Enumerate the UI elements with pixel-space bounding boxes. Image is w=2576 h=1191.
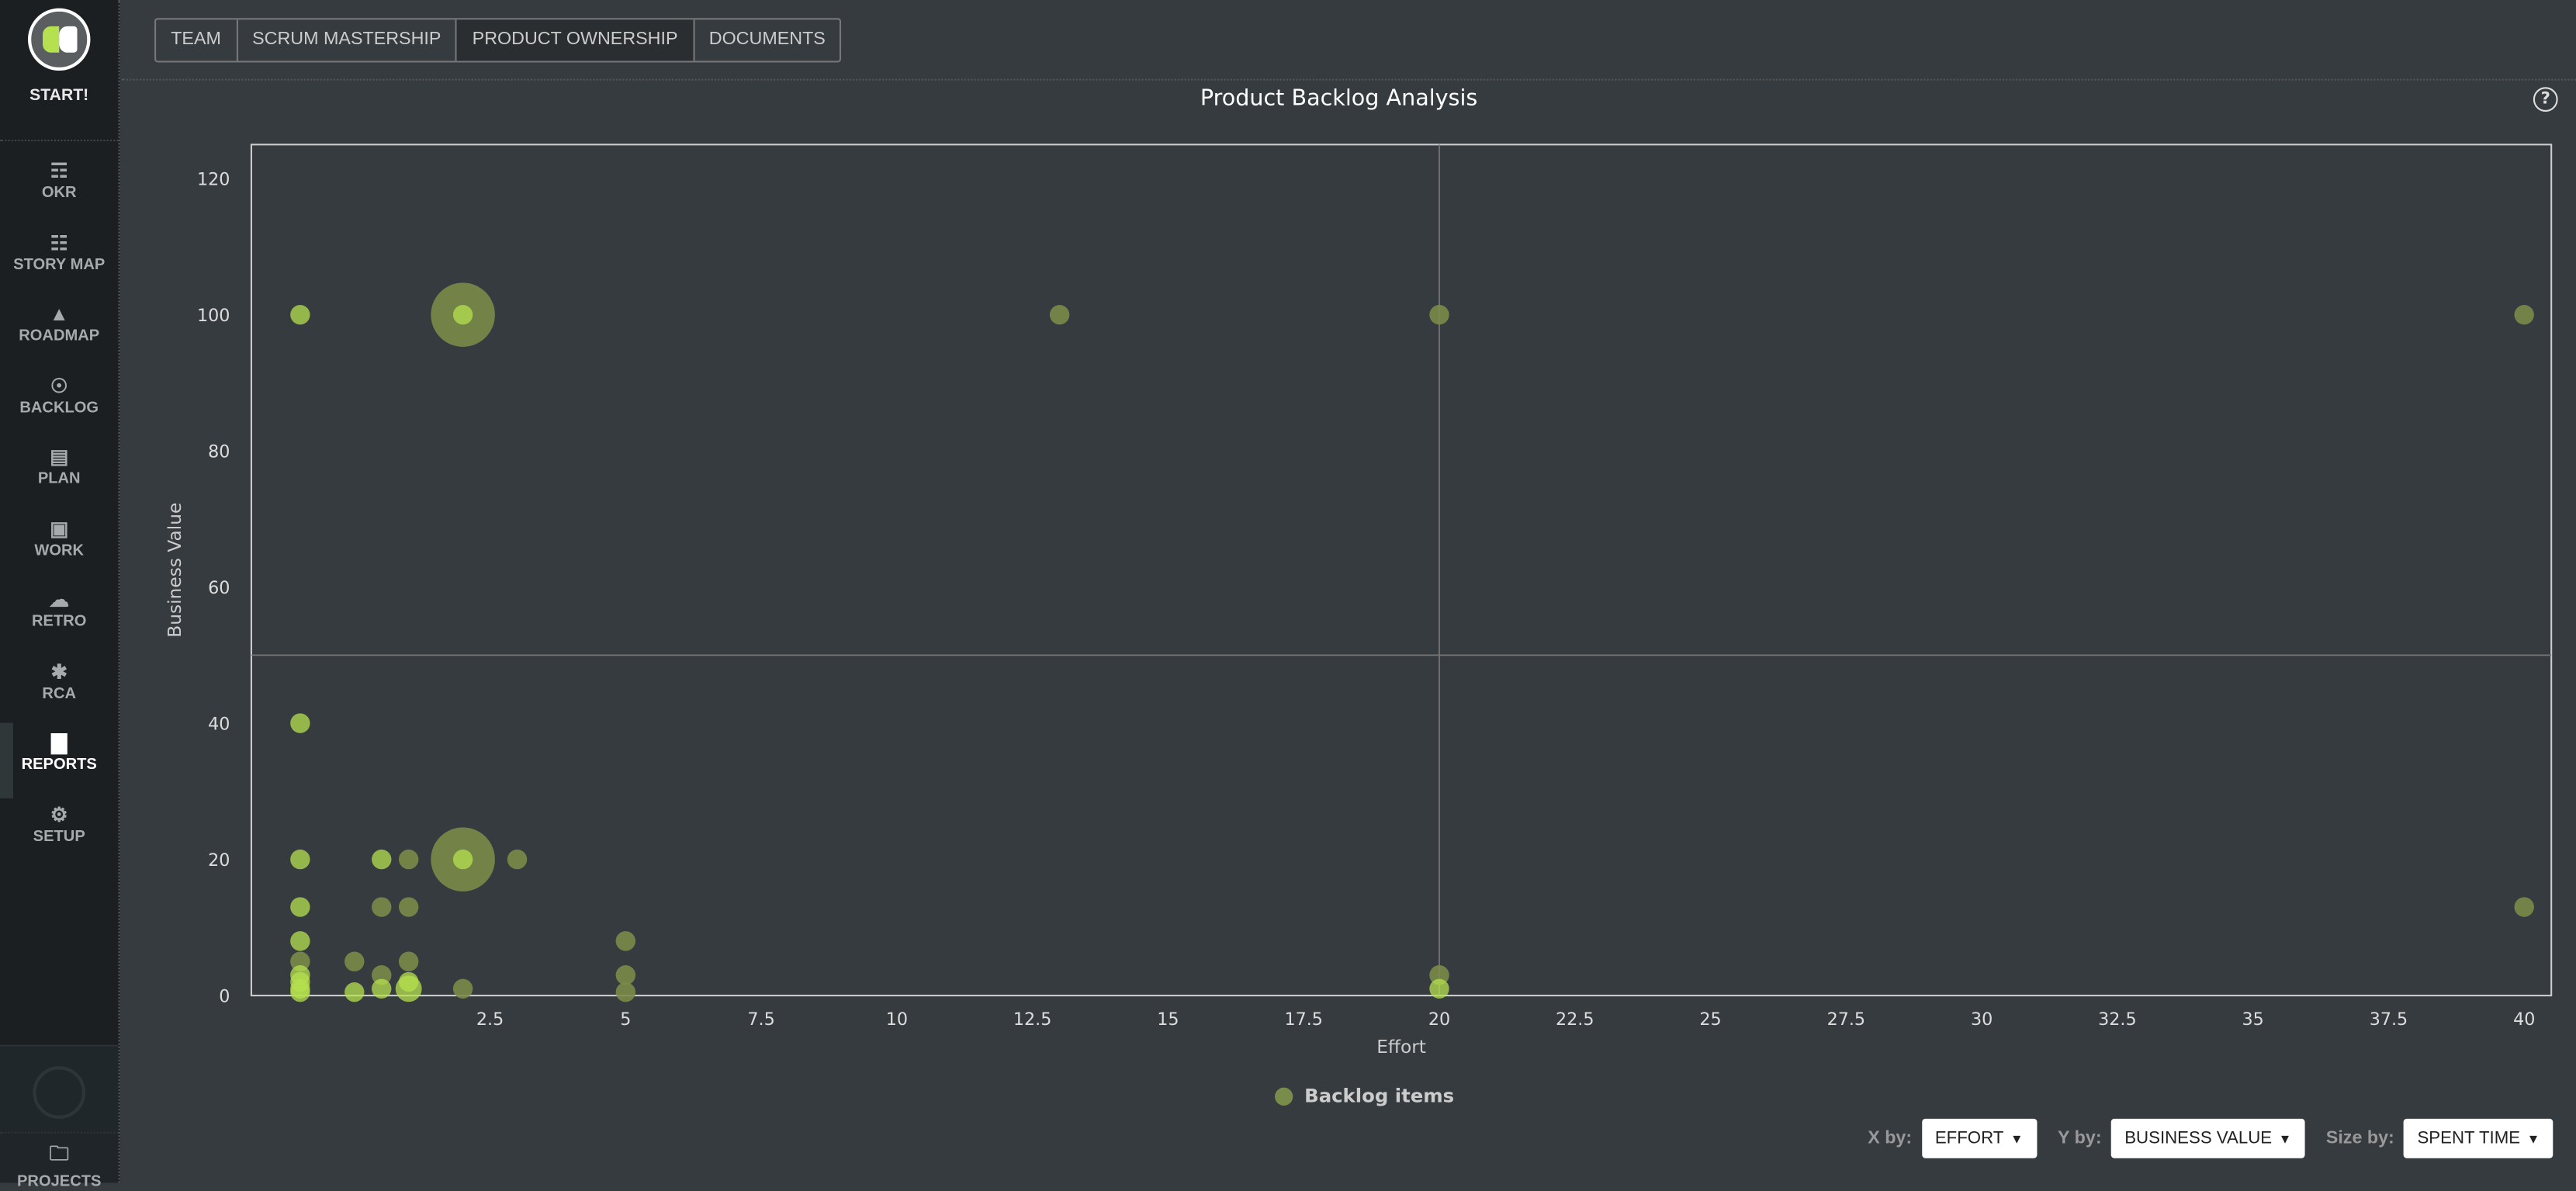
data-point[interactable] [398,849,419,870]
x-tick-label: 40 [2513,1009,2535,1030]
data-point[interactable] [345,982,365,1002]
x-tick-label: 12.5 [1013,1009,1051,1030]
size-by-label: Size by: [2325,1128,2394,1148]
app: START! ☶ OKR ☷ STORY MAP ▲ ROADMAP ☉ BACKLOG ▤ PL… [0,0,2576,1191]
data-point[interactable] [1429,978,1449,999]
y-by-select[interactable]: BUSINESS VALUE ▼ [2111,1118,2305,1158]
size-by-value: SPENT TIME [2417,1128,2521,1148]
y-axis-label: Business Value [164,503,185,638]
y-tick-label: 20 [208,850,230,871]
data-point[interactable] [452,304,473,325]
x-tick-label: 10 [886,1009,908,1030]
x-tick-label: 22.5 [1556,1009,1594,1030]
legend[interactable]: Backlog items [1275,1084,1454,1107]
x-tick-label: 30 [1971,1009,1993,1030]
data-point[interactable] [290,982,310,1002]
plot-frame [250,144,2553,997]
x-axis-label: Effort [1376,1037,1426,1058]
data-point[interactable] [372,849,392,870]
y-tick-label: 120 [197,170,230,190]
legend-label: Backlog items [1304,1084,1455,1108]
sidebar-item-label: PROJECTS [17,1172,102,1191]
x-tick-label: 2.5 [476,1009,504,1030]
data-point[interactable] [615,965,636,985]
x-tick-label: 25 [1699,1009,1721,1030]
y-tick-label: 100 [197,306,230,326]
data-point[interactable] [2514,897,2534,917]
data-point[interactable] [290,931,310,951]
x-tick-label: 15 [1157,1009,1179,1030]
data-point[interactable] [290,304,310,325]
data-point[interactable] [615,931,636,951]
x-tick-label: 37.5 [2370,1009,2408,1030]
data-point[interactable] [507,849,528,870]
x-tick-label: 20 [1428,1009,1450,1030]
data-point[interactable] [290,897,310,917]
x-tick-label: 7.5 [747,1009,774,1030]
data-point[interactable] [452,849,473,870]
data-point[interactable] [398,897,419,917]
scatter-chart: 2.5 5 7.5 10 12.5 15 17.5 20 22.5 25 27.5 30 32.5 35 3… [164,144,2553,1058]
y-by-label: Y by: [2058,1128,2102,1148]
y-tick-label: 0 [219,987,230,1007]
x-tick-label: 27.5 [1827,1009,1865,1030]
y-tick-label: 60 [208,578,230,598]
data-point[interactable] [290,713,310,733]
data-point[interactable] [372,978,392,999]
x-tick-label: 17.5 [1284,1009,1322,1030]
x-tick-label: 35 [2242,1009,2264,1030]
x-by-value: EFFORT [1934,1128,2004,1148]
data-point[interactable] [398,951,419,971]
x-tick-label: 32.5 [2098,1009,2136,1030]
data-point[interactable] [1429,304,1449,325]
data-point[interactable] [1049,304,1070,325]
y-by-value: BUSINESS VALUE [2124,1128,2273,1148]
data-point[interactable] [452,978,473,999]
y-tick-label: 80 [208,442,230,462]
caret-down-icon: ▼ [2278,1131,2292,1147]
data-point[interactable] [345,951,365,971]
axis-controls: X by: EFFORT ▼ Y by: BUSINESS VALUE ▼ Size… [1847,1118,2553,1158]
x-tick-label: 5 [620,1009,631,1030]
data-point[interactable] [2514,304,2534,325]
data-point[interactable] [398,971,419,992]
legend-marker [1275,1086,1293,1105]
data-point[interactable] [615,982,636,1002]
y-tick-label: 40 [208,715,230,735]
sidebar-item-projects[interactable]: 🗀 PROJECTS [0,1133,119,1191]
folder-icon: 🗀 [49,1141,69,1165]
x-by-label: X by: [1868,1128,1913,1148]
size-by-select[interactable]: SPENT TIME ▼ [2404,1118,2553,1158]
caret-down-icon: ▼ [2010,1131,2024,1147]
data-point[interactable] [290,849,310,870]
data-point[interactable] [372,897,392,917]
x-by-select[interactable]: EFFORT ▼ [1921,1118,2037,1158]
caret-down-icon: ▼ [2526,1131,2540,1147]
